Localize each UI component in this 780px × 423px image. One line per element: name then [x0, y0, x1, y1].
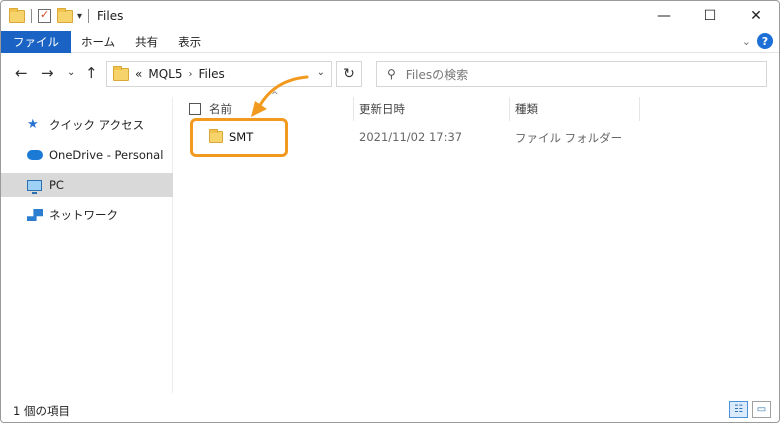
new-folder-icon[interactable] — [57, 7, 73, 23]
back-icon[interactable]: ← — [15, 64, 28, 82]
annotation-arrow-icon — [251, 75, 309, 117]
address-overflow[interactable]: « — [135, 67, 142, 81]
column-divider[interactable] — [509, 97, 510, 121]
status-bar: 1 個の項目 ☷ ▭ — [1, 398, 779, 422]
breadcrumb-mql5[interactable]: MQL5 — [148, 67, 182, 81]
sidebar-item-pc[interactable]: PC — [1, 173, 173, 197]
search-input[interactable]: ⚲ Filesの検索 — [376, 61, 767, 87]
customize-toolbar-icon[interactable]: ▾ — [77, 11, 82, 22]
column-header-date[interactable]: 更新日時 — [359, 97, 405, 121]
chevron-right-icon: › — [188, 68, 193, 80]
search-icon: ⚲ — [387, 67, 396, 81]
breadcrumb-files[interactable]: Files — [198, 67, 224, 81]
large-icons-view-icon[interactable]: ▭ — [752, 401, 771, 418]
type-cell: ファイル フォルダー — [515, 131, 623, 145]
window-controls: — ☐ ✕ — [641, 1, 779, 31]
computer-icon — [27, 179, 42, 194]
tab-file[interactable]: ファイル — [1, 30, 71, 53]
refresh-button[interactable]: ↻ — [336, 61, 362, 87]
maximize-button[interactable]: ☐ — [687, 1, 733, 31]
column-divider[interactable] — [639, 97, 640, 121]
date-cell: 2021/11/02 17:37 — [359, 130, 463, 144]
sidebar-item-quick-access[interactable]: ★ クイック アクセス — [1, 113, 173, 137]
quick-access-toolbar: ▾ — [1, 7, 90, 23]
sidebar-item-label: クイック アクセス — [49, 118, 145, 132]
search-placeholder: Filesの検索 — [405, 67, 469, 82]
tab-share[interactable]: 共有 — [125, 31, 168, 53]
column-divider[interactable] — [353, 97, 354, 121]
ribbon-right: ⌄ ? — [742, 33, 773, 49]
star-icon: ★ — [27, 117, 39, 132]
title-bar: ▾ Files — ☐ ✕ — [1, 1, 779, 31]
chevron-down-icon[interactable]: ⌄ — [317, 67, 325, 78]
sidebar-item-label: ネットワーク — [49, 208, 118, 222]
recent-locations-icon[interactable]: ⌄ — [67, 67, 75, 78]
expand-ribbon-icon[interactable]: ⌄ — [742, 35, 751, 48]
navigation-bar: ← → ⌄ ↑ « MQL5 › Files ⌄ ↻ ⚲ Filesの検索 — [1, 59, 779, 89]
highlight-box — [190, 118, 288, 157]
view-switcher: ☷ ▭ — [729, 401, 771, 418]
sidebar-item-network[interactable]: ネットワーク — [1, 203, 173, 227]
tab-home[interactable]: ホーム — [71, 31, 125, 53]
folder-icon — [9, 7, 25, 23]
window-title: Files — [97, 9, 124, 23]
close-button[interactable]: ✕ — [733, 1, 779, 31]
toolbar-separator — [88, 9, 90, 23]
navigation-pane: ★ クイック アクセス OneDrive - Personal PC ネットワー… — [1, 97, 173, 393]
minimize-button[interactable]: — — [641, 1, 687, 31]
item-count: 1 個の項目 — [13, 404, 70, 418]
column-header-type[interactable]: 種類 — [515, 97, 538, 121]
up-icon[interactable]: ↑ — [85, 64, 98, 82]
explorer-window: ▾ Files — ☐ ✕ ファイル ホーム 共有 表示 ⌄ ? ← → ⌄ ↑… — [0, 0, 780, 423]
folder-icon — [113, 65, 129, 81]
sidebar-item-label: OneDrive - Personal — [49, 148, 164, 162]
sidebar-item-onedrive[interactable]: OneDrive - Personal — [1, 143, 173, 167]
select-all-checkbox[interactable] — [189, 103, 201, 115]
forward-icon[interactable]: → — [41, 64, 54, 82]
toolbar-separator — [31, 9, 32, 23]
ribbon-tabs: ファイル ホーム 共有 表示 ⌄ ? — [1, 30, 779, 53]
sidebar-item-label: PC — [49, 178, 64, 192]
properties-icon[interactable] — [38, 8, 51, 23]
details-view-icon[interactable]: ☷ — [729, 401, 748, 418]
network-icon — [27, 209, 43, 221]
cloud-icon — [27, 150, 43, 160]
help-icon[interactable]: ? — [757, 33, 773, 49]
tab-view[interactable]: 表示 — [168, 31, 211, 53]
column-label: 名前 — [209, 102, 232, 116]
